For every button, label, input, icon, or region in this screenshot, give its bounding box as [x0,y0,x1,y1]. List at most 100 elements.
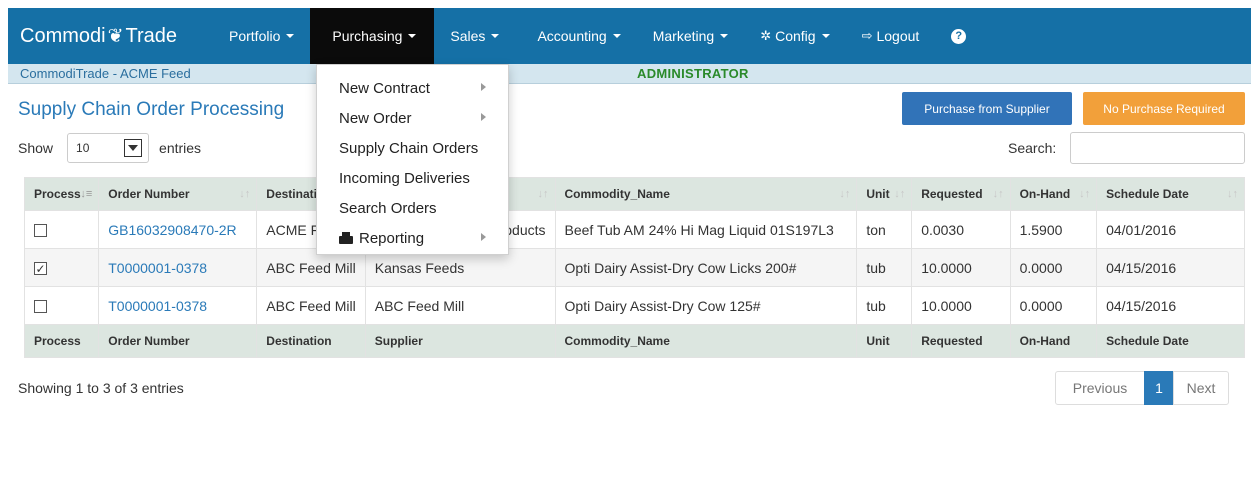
order-number-cell: T0000001-0378 [98,286,258,325]
col-onhand[interactable]: On-Hand ↓↑ [1009,177,1098,211]
order-number-cell: T0000001-0378 [98,248,258,287]
page-1-button[interactable]: 1 [1144,371,1174,405]
col-schedule-date[interactable]: Schedule Date ↓↑ [1096,177,1245,211]
nav-marketing[interactable]: Marketing [637,8,744,64]
process-checkbox[interactable] [34,300,47,314]
process-cell: ✓ [23,248,100,287]
menu-incoming-deliveries[interactable]: Incoming Deliveries [317,163,508,193]
entries-label: entries [159,140,202,156]
brand-name-left: Commodi [20,24,106,47]
logout-icon: ⇨ [861,28,873,43]
question-circle-icon: ? [951,28,967,44]
menu-new-contract-label: New Contract [339,79,430,97]
nav-sales[interactable]: Sales [434,8,515,64]
leaf-logo-icon: ❦ [107,25,124,47]
unit-cell: tub [856,248,913,287]
col-commodity[interactable]: Commodity_Name ↓↑ [554,177,858,211]
unit-cell: ton [856,210,913,249]
col-order-number-label: Order Number [108,187,190,201]
process-checkbox-checked[interactable]: ✓ [34,262,47,276]
sort-icon: ↓↑ [894,188,906,200]
table-row: T0000001-0378 ABC Feed Mill ABC Feed Mil… [23,286,1245,325]
menu-new-order-label: New Order [339,109,412,127]
caret-down-icon [821,34,830,38]
page-length-control: Show 10 entries [18,132,201,164]
menu-reporting[interactable]: Reporting [317,223,508,253]
nav-logout[interactable]: ⇨ Logout [846,8,936,64]
menu-incoming-deliveries-label: Incoming Deliveries [339,169,470,187]
previous-page-button[interactable]: Previous [1055,371,1145,405]
col-order-number[interactable]: Order Number ↓↑ [98,177,258,211]
sort-asc-icon: ↓≡ [80,188,93,200]
sort-icon: ↓↑ [239,188,251,200]
menu-new-contract[interactable]: New Contract [317,73,508,103]
col-commodity-label: Commodity_Name [564,187,670,201]
nav-portfolio[interactable]: Portfolio [213,8,310,64]
col-schedule-date-label: Schedule Date [1106,187,1189,201]
process-cell [23,286,100,325]
footer-col-commodity: Commodity_Name [554,324,858,358]
search-input[interactable] [1070,132,1245,164]
caret-down-icon [408,34,417,38]
nav-logout-label: Logout [876,28,920,44]
menu-search-orders-label: Search Orders [339,199,437,217]
schedule-date-cell: 04/15/2016 [1096,286,1245,325]
footer-col-supplier: Supplier [364,324,556,358]
menu-search-orders[interactable]: Search Orders [317,193,508,223]
menu-new-order[interactable]: New Order [317,103,508,133]
nav-config[interactable]: ✲ Config [744,8,845,64]
process-checkbox[interactable] [34,224,47,238]
footer-col-schedule-date: Schedule Date [1096,324,1245,358]
no-purchase-required-button[interactable]: No Purchase Required [1083,92,1245,125]
nav-marketing-label: Marketing [652,28,715,44]
table-header-row: Process ↓≡ Order Number ↓↑ Destinati ↓↑ Co… [23,177,1245,211]
chevron-down-icon [124,139,143,157]
entries-select[interactable]: 10 [67,133,150,163]
commodity-cell: Opti Dairy Assist-Dry Cow Licks 200# [554,248,858,287]
table-row: GB16032908470-2R ACME F oducts Beef Tub … [23,210,1245,249]
order-link[interactable]: T0000001-0378 [108,260,207,276]
footer-col-destination: Destination [256,324,366,358]
brand-name-right: Trade [125,24,178,47]
col-process[interactable]: Process ↓≡ [23,177,100,211]
footer-col-process: Process [23,324,100,358]
col-unit[interactable]: Unit ↓↑ [856,177,913,211]
nav-accounting-label: Accounting [537,28,607,44]
order-link[interactable]: GB16032908470-2R [108,222,236,238]
footer-col-unit: Unit [856,324,913,358]
footer-col-requested: Requested [911,324,1011,358]
orders-table: Process ↓≡ Order Number ↓↑ Destinati ↓↑ Co… [23,177,1245,358]
schedule-date-cell: 04/15/2016 [1096,248,1245,287]
print-icon [339,232,354,244]
purchasing-dropdown-menu: New Contract New Order Supply Chain Orde… [316,64,509,255]
col-requested[interactable]: Requested ↓↑ [911,177,1011,211]
purchase-from-supplier-button[interactable]: Purchase from Supplier [902,92,1072,125]
menu-supply-chain-orders[interactable]: Supply Chain Orders [317,133,508,163]
gear-icon: ✲ [760,28,772,43]
nav-purchasing-label: Purchasing [332,28,403,44]
nav-portfolio-label: Portfolio [229,28,281,44]
onhand-cell: 0.0000 [1009,286,1098,325]
commodity-cell: Opti Dairy Assist-Dry Cow 125# [554,286,858,325]
requested-cell: 10.0000 [911,286,1011,325]
nav-help[interactable]: ? [935,8,982,64]
nav-accounting[interactable]: Accounting [515,8,636,64]
commodity-cell: Beef Tub AM 24% Hi Mag Liquid 01S197L3 [554,210,858,249]
col-onhand-label: On-Hand [1019,187,1071,201]
company-name: CommodiTrade - ACME Feed [20,66,191,81]
onhand-cell: 0.0000 [1009,248,1098,287]
context-bar: CommodiTrade - ACME Feed ADMINISTRATOR [8,64,1251,84]
pagination: Previous 1 Next [1055,371,1229,405]
table-row: ✓ T0000001-0378 ABC Feed Mill Kansas Fee… [23,248,1245,287]
menu-supply-chain-orders-label: Supply Chain Orders [339,139,479,157]
show-label: Show [18,140,54,156]
nav-purchasing[interactable]: Purchasing [310,8,435,64]
destination-cell: ABC Feed Mill [256,286,366,325]
next-page-button[interactable]: Next [1173,371,1229,405]
sort-icon: ↓↑ [839,188,851,200]
order-link[interactable]: T0000001-0378 [108,298,207,314]
sort-icon: ↓↑ [1227,188,1238,200]
col-process-label: Process [34,187,81,201]
requested-cell: 10.0000 [911,248,1011,287]
brand-logo[interactable]: Commodi ❦ Trade [8,25,213,48]
